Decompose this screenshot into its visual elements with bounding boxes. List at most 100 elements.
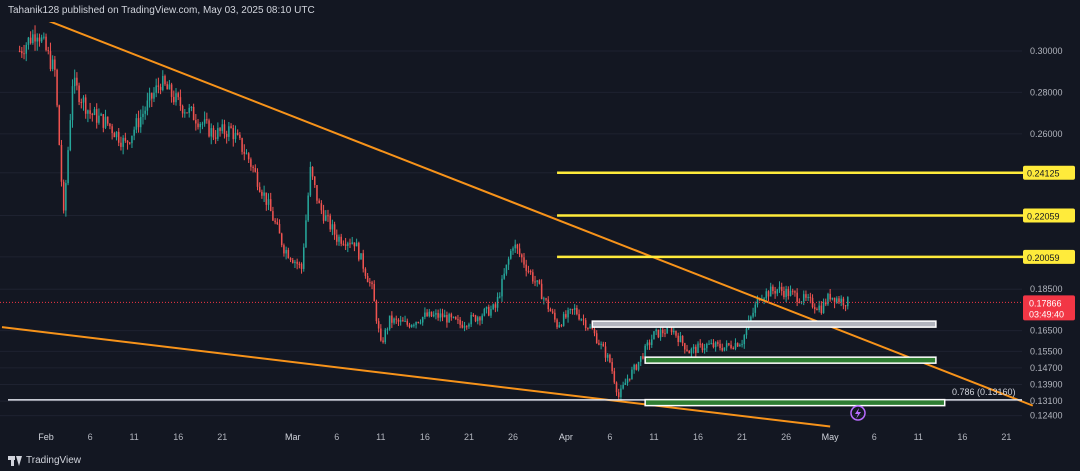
candle-body	[457, 319, 459, 321]
candle-body	[225, 133, 228, 137]
candle-body	[813, 307, 816, 310]
candle-body	[582, 319, 585, 321]
candle-body	[93, 109, 96, 115]
candle-body	[809, 296, 812, 298]
candle-body	[318, 200, 320, 204]
candle-body	[551, 311, 554, 313]
candle-body	[142, 113, 144, 118]
candle-body	[655, 329, 657, 332]
candle-body	[435, 313, 437, 315]
candle-body	[805, 294, 807, 298]
candle-body	[239, 134, 241, 139]
candle-body	[21, 51, 23, 54]
axis-tick-label-x: 6	[872, 432, 877, 442]
candle-body	[659, 329, 662, 338]
candle-body	[580, 319, 583, 321]
candle-body	[384, 329, 387, 343]
candle-body	[252, 166, 254, 169]
candle-body	[364, 268, 367, 276]
candle-body	[388, 315, 391, 330]
candle-body	[576, 307, 578, 315]
candle-body	[261, 191, 263, 196]
candle-body	[446, 314, 448, 323]
candle-body	[100, 114, 102, 116]
axis-tick-label-x: 11	[649, 432, 658, 442]
candle-body	[386, 329, 389, 331]
lightning-event-icon[interactable]	[850, 405, 866, 421]
axis-tick-label-y: 0.16500	[1030, 326, 1063, 336]
candle-body	[573, 307, 576, 310]
candle-body	[785, 288, 787, 298]
axis-tick-label-x: 6	[607, 432, 612, 442]
axis-tick-label-x: 11	[129, 432, 138, 442]
candle-body	[395, 318, 398, 320]
candle-body	[662, 329, 664, 334]
candle-body	[492, 304, 494, 310]
candle-body	[54, 59, 56, 70]
candle-body	[642, 356, 644, 359]
candle-body	[527, 270, 530, 272]
axis-tick-label-y: 0.28000	[1030, 87, 1063, 97]
candle-body	[84, 97, 87, 114]
candle-body	[287, 249, 290, 259]
candle-body	[404, 320, 406, 322]
candle-body	[424, 312, 426, 318]
candle-body	[441, 313, 444, 318]
candle-body	[554, 312, 556, 320]
trendline-upper	[45, 18, 1034, 407]
candle-body	[36, 37, 39, 42]
candle-body	[736, 343, 739, 347]
axis-tick-label-x: 21	[464, 432, 474, 442]
candle-body	[413, 324, 415, 326]
candle-body	[274, 220, 276, 223]
candle-body	[476, 317, 479, 322]
candle-body	[518, 248, 521, 255]
candle-body	[468, 324, 470, 327]
candle-body	[159, 86, 162, 91]
candle-body	[428, 311, 431, 317]
candle-body	[331, 224, 334, 230]
candle-body	[567, 310, 569, 318]
candle-body	[65, 183, 67, 211]
candle-body	[162, 76, 164, 91]
candle-body	[298, 263, 301, 265]
candle-body	[543, 298, 545, 300]
price-chart[interactable]: 0.786 (0.13160) 0.30000 0.28000 0.26000 0.24…	[0, 18, 1080, 450]
zone-green-1	[644, 356, 937, 364]
candle-body	[684, 343, 686, 350]
candle-body	[765, 291, 768, 299]
axis-tick-label-x: 26	[508, 432, 518, 442]
candle-body	[717, 342, 719, 344]
candle-body	[408, 324, 411, 328]
candle-body	[311, 166, 314, 177]
candle-body	[347, 243, 349, 246]
candle-body	[214, 137, 217, 139]
tradingview-brand: TradingView	[26, 455, 82, 466]
candle-body	[538, 280, 541, 284]
candle-body	[43, 36, 45, 38]
chart-svg[interactable]: 0.786 (0.13160) 0.30000 0.28000 0.26000 0.24…	[0, 18, 1080, 450]
axis-tick-label-x: 21	[737, 432, 747, 442]
candle-body	[454, 316, 457, 320]
candle-body	[208, 120, 210, 137]
candle-body	[166, 84, 168, 90]
candle-body	[448, 314, 450, 323]
candle-body	[778, 286, 781, 290]
last-price-value: 0.17866	[1029, 298, 1062, 308]
candle-body	[221, 124, 224, 131]
candle-body	[247, 153, 250, 160]
candle-body	[294, 261, 296, 263]
candle-body	[816, 309, 818, 311]
tradingview-logo[interactable]: TradingView	[0, 455, 81, 466]
candle-body	[549, 309, 552, 312]
candle-body	[514, 244, 516, 249]
candle-body	[620, 388, 622, 398]
candle-body	[316, 185, 318, 201]
candle-body	[25, 44, 27, 54]
trendline-lower	[1, 326, 831, 428]
candle-body	[265, 192, 268, 205]
candle-body	[40, 37, 43, 42]
candle-body	[157, 85, 160, 87]
candle-body	[604, 346, 607, 358]
candle-body	[545, 298, 547, 300]
